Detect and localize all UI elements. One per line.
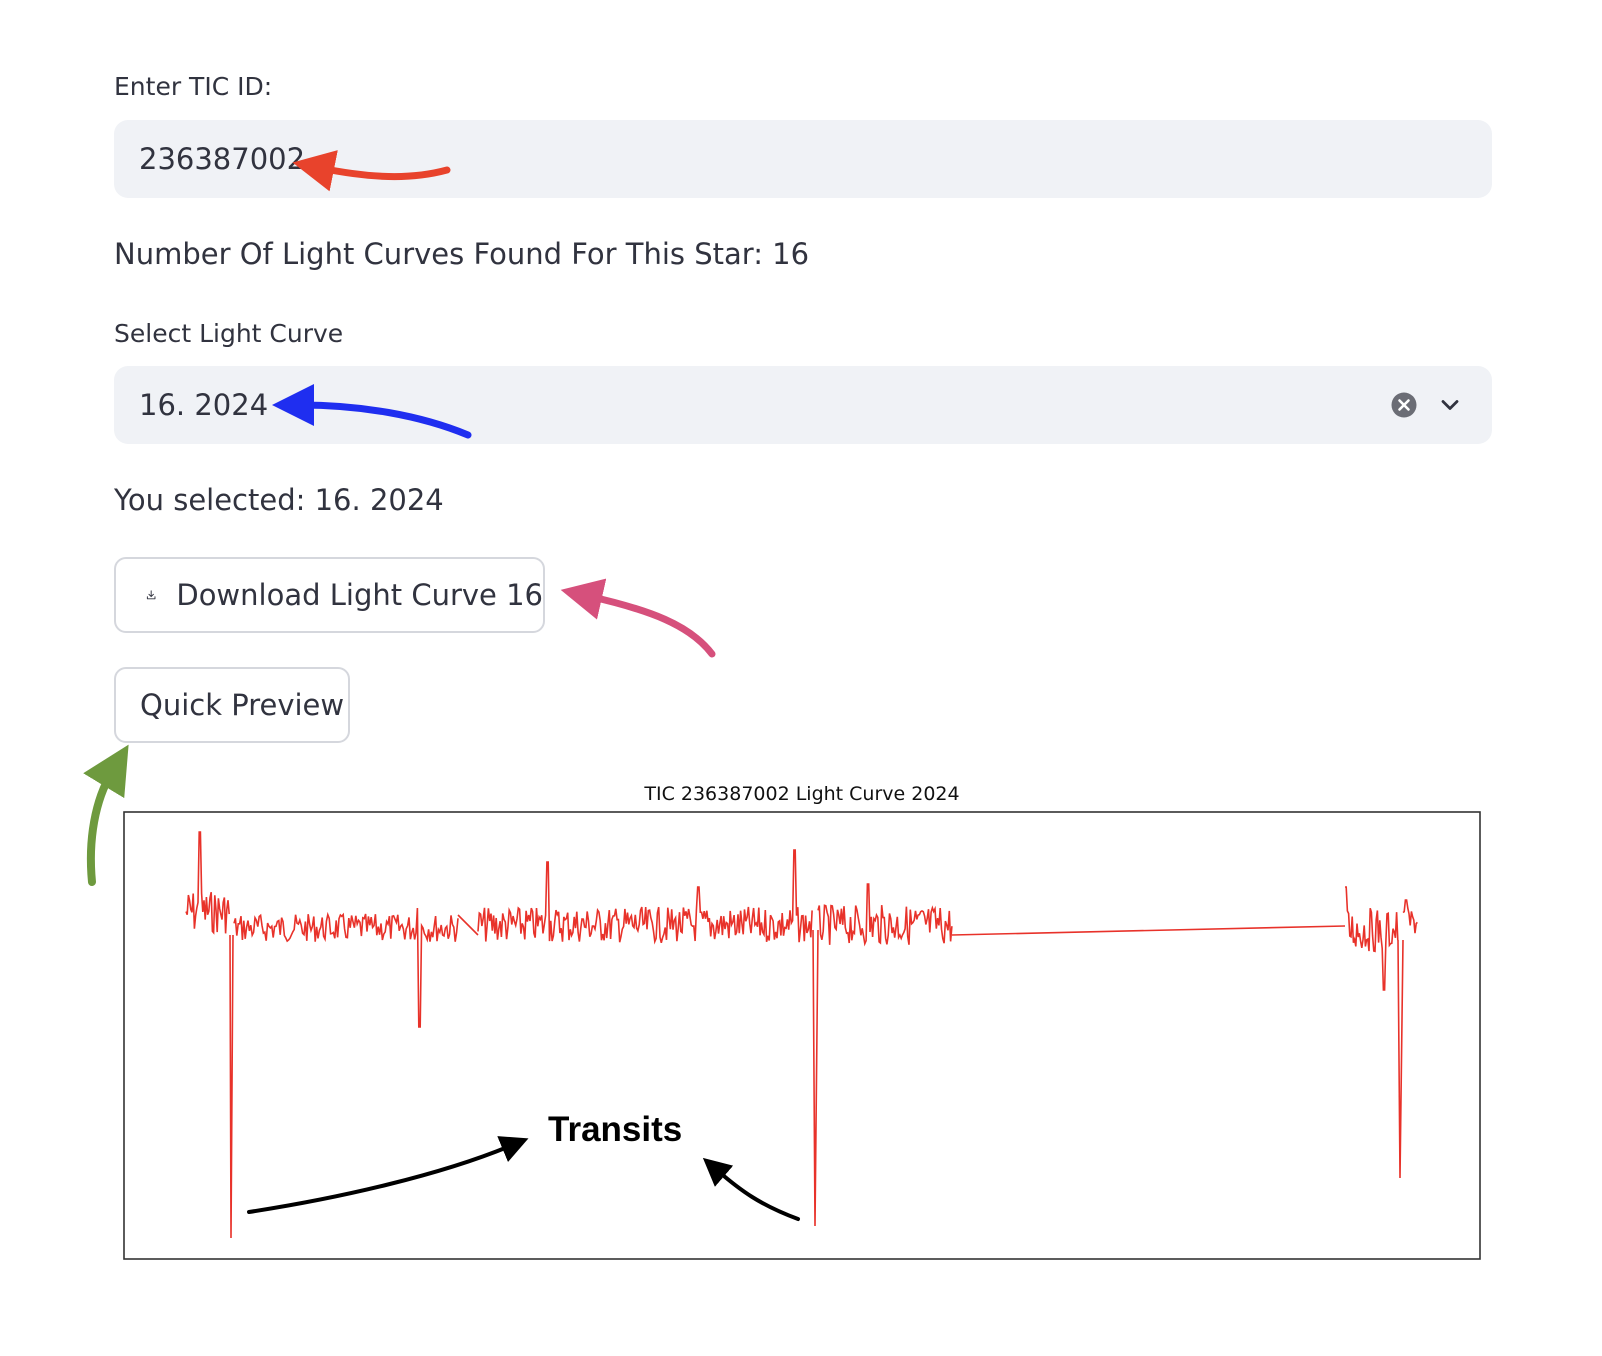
- transits-annotation: Transits: [548, 1110, 683, 1149]
- blue-callout-arrow: [272, 384, 472, 439]
- green-callout-arrow: [83, 744, 129, 886]
- pink-callout-arrow: [560, 578, 716, 658]
- app-page: Enter TIC ID: 236387002 Number Of Light …: [0, 0, 1602, 1356]
- plot-frame: [123, 811, 1481, 1260]
- light-curve-chart: [83, 150, 1481, 1260]
- red-callout-arrow: [292, 150, 451, 192]
